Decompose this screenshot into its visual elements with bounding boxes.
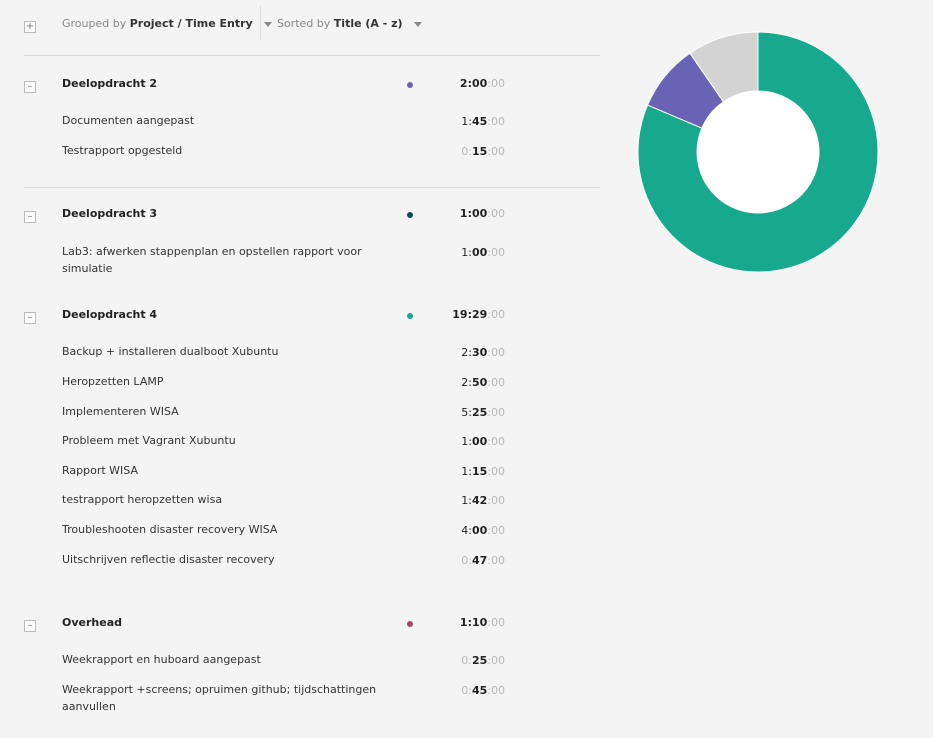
time-entry-title[interactable]: Rapport WISA [62, 462, 412, 479]
time-entry-duration: 0:47:00 [430, 554, 505, 567]
time-entry-duration: 1:45:00 [430, 115, 505, 128]
collapse-project-button[interactable]: – [24, 312, 36, 324]
duration-minutes: 25 [471, 654, 488, 667]
project-duration: 1:10:00 [430, 616, 505, 629]
duration-minutes: 25 [471, 406, 488, 419]
duration-seconds: 00 [491, 346, 505, 359]
project-duration: 1:00:00 [430, 207, 505, 220]
duration-minutes: 00 [471, 435, 488, 448]
duration-seconds: 00 [491, 465, 505, 478]
donut-center [697, 91, 819, 213]
project-divider [24, 187, 600, 188]
project-title[interactable]: Deelopdracht 4 [62, 308, 157, 321]
sort-by-value: Title (A - z) [333, 17, 403, 30]
duration-hours: 2 [459, 77, 468, 90]
time-entry-title[interactable]: Weekrapport +screens; opruimen github; t… [62, 681, 412, 715]
duration-minutes: 47 [471, 554, 488, 567]
duration-minutes: 15 [471, 145, 488, 158]
duration-seconds: 00 [491, 207, 505, 220]
duration-seconds: 00 [491, 145, 505, 158]
sort-by-dropdown[interactable]: Sorted by Title (A - z) [277, 16, 423, 32]
duration-seconds: 00 [491, 554, 505, 567]
duration-minutes: 42 [471, 494, 488, 507]
time-entry-title[interactable]: Backup + installeren dualboot Xubuntu [62, 343, 412, 360]
time-entry-title[interactable]: testrapport heropzetten wisa [62, 491, 412, 508]
project-duration: 19:29:00 [430, 308, 505, 321]
collapse-project-button[interactable]: – [24, 620, 36, 632]
duration-seconds: 00 [491, 246, 505, 259]
duration-seconds: 00 [491, 308, 505, 321]
time-entry-title[interactable]: Troubleshooten disaster recovery WISA [62, 521, 412, 538]
time-entry-title[interactable]: Testrapport opgesteld [62, 142, 412, 159]
duration-minutes: 30 [471, 346, 488, 359]
duration-seconds: 00 [491, 435, 505, 448]
duration-minutes: 29 [471, 308, 488, 321]
duration-seconds: 00 [491, 77, 505, 90]
project-title[interactable]: Deelopdracht 3 [62, 207, 157, 220]
time-entry-duration: 4:00:00 [430, 524, 505, 537]
project-color-dot [407, 82, 413, 88]
time-entry-duration: 5:25:00 [430, 406, 505, 419]
duration-seconds: 00 [491, 376, 505, 389]
time-entry-duration: 0:15:00 [430, 145, 505, 158]
duration-seconds: 00 [491, 494, 505, 507]
duration-seconds: 00 [491, 406, 505, 419]
group-by-prefix: Grouped by [62, 17, 127, 30]
time-entry-duration: 1:42:00 [430, 494, 505, 507]
duration-minutes: 45 [471, 684, 488, 697]
time-entry-duration: 1:00:00 [430, 246, 505, 259]
time-entry-title[interactable]: Implementeren WISA [62, 403, 412, 420]
time-entry-duration: 1:00:00 [430, 435, 505, 448]
duration-seconds: 00 [491, 616, 505, 629]
duration-minutes: 45 [471, 115, 488, 128]
project-color-dot [407, 212, 413, 218]
sort-by-prefix: Sorted by [277, 17, 331, 30]
project-donut-chart [637, 31, 879, 273]
time-entry-title[interactable]: Weekrapport en huboard aangepast [62, 651, 412, 668]
report-toolbar: + Grouped by Project / Time Entry Sorted… [24, 0, 600, 56]
time-entry-title[interactable]: Lab3: afwerken stappenplan en opstellen … [62, 243, 412, 277]
duration-minutes: 15 [471, 465, 488, 478]
duration-seconds: 00 [491, 115, 505, 128]
project-color-dot [407, 621, 413, 627]
time-entry-duration: 2:30:00 [430, 346, 505, 359]
duration-seconds: 00 [491, 684, 505, 697]
expand-all-button[interactable]: + [24, 21, 36, 33]
duration-minutes: 00 [471, 524, 488, 537]
time-entry-title[interactable]: Documenten aangepast [62, 112, 412, 129]
duration-seconds: 00 [491, 654, 505, 667]
time-entry-duration: 0:45:00 [430, 684, 505, 697]
duration-hours: 1 [459, 616, 468, 629]
group-by-dropdown[interactable]: Grouped by Project / Time Entry [62, 16, 273, 32]
duration-seconds: 00 [491, 524, 505, 537]
project-duration: 2:00:00 [430, 77, 505, 90]
chevron-down-icon [414, 21, 423, 27]
time-entry-duration: 1:15:00 [430, 465, 505, 478]
time-entry-title[interactable]: Uitschrijven reflectie disaster recovery [62, 551, 412, 568]
duration-hours: 1 [459, 207, 468, 220]
duration-minutes: 00 [471, 77, 488, 90]
toolbar-divider [260, 6, 261, 40]
time-entry-duration: 2:50:00 [430, 376, 505, 389]
time-entry-duration: 0:25:00 [430, 654, 505, 667]
project-title[interactable]: Overhead [62, 616, 122, 629]
project-title[interactable]: Deelopdracht 2 [62, 77, 157, 90]
collapse-project-button[interactable]: – [24, 211, 36, 223]
duration-minutes: 10 [471, 616, 488, 629]
collapse-project-button[interactable]: – [24, 81, 36, 93]
duration-minutes: 00 [471, 207, 488, 220]
duration-minutes: 00 [471, 246, 488, 259]
project-color-dot [407, 313, 413, 319]
duration-hours: 19 [452, 308, 468, 321]
group-by-value: Project / Time Entry [129, 17, 253, 30]
time-entry-title[interactable]: Heropzetten LAMP [62, 373, 412, 390]
chevron-down-icon [264, 21, 273, 27]
time-entry-title[interactable]: Probleem met Vagrant Xubuntu [62, 432, 412, 449]
duration-minutes: 50 [471, 376, 488, 389]
